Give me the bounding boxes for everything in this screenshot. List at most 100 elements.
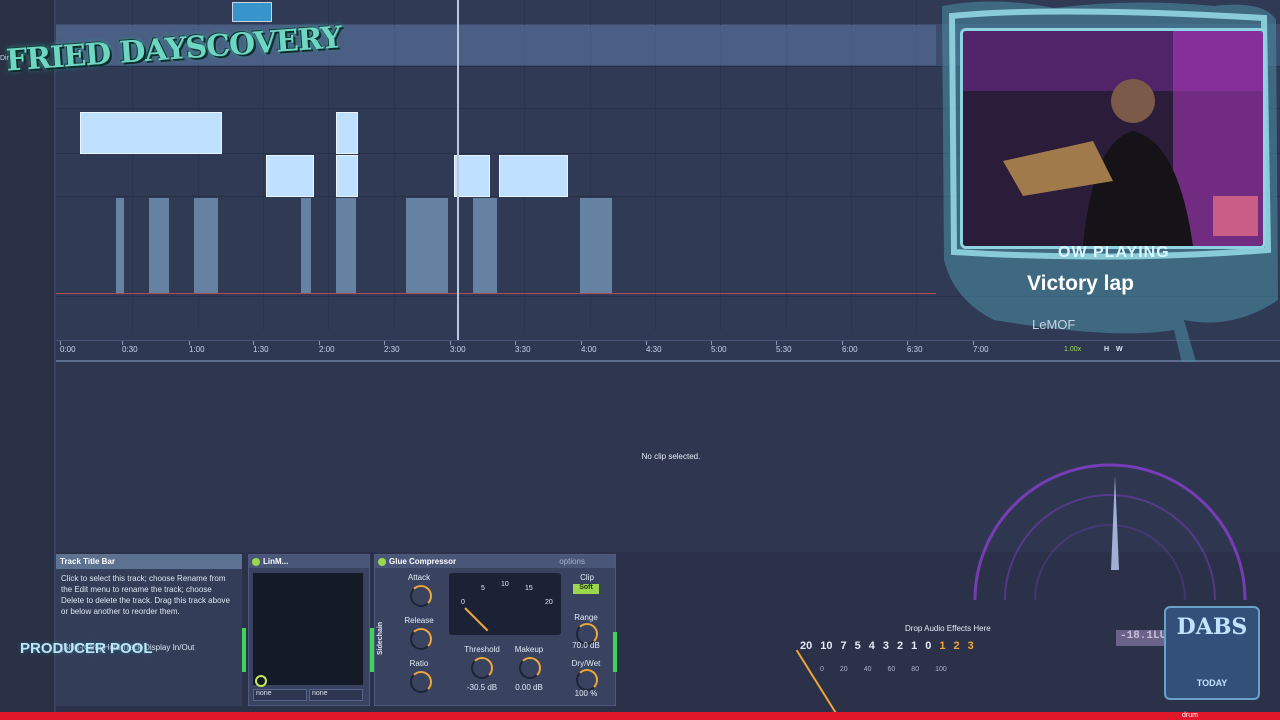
drop-effects-zone[interactable]: Drop Audio Effects Here: [905, 624, 991, 633]
dabs-subtitle: TODAY: [1196, 678, 1228, 688]
release-label: Release: [404, 616, 434, 625]
device-title[interactable]: Glue Compressor: [389, 557, 456, 566]
device-power-toggle[interactable]: [252, 557, 260, 566]
vu-scale: 10: [820, 640, 833, 652]
vu-meter-overlay: 20 10 7 5 4 3 2 1 0 1 2 3 0 20 40 60 80 …: [795, 640, 1040, 719]
level-meter: [370, 628, 374, 672]
makeup-value[interactable]: 0.00 dB: [509, 683, 549, 692]
options-label[interactable]: options: [559, 557, 585, 566]
ruler-tick: 1:30: [253, 341, 269, 354]
midi-clip-group-1[interactable]: [80, 112, 222, 154]
routing-select-2[interactable]: none: [309, 689, 363, 701]
release-knob[interactable]: [410, 628, 432, 650]
midi-clip-group-6[interactable]: [499, 155, 568, 197]
midi-clip-group-2[interactable]: [336, 112, 358, 154]
ratio-knob[interactable]: [410, 671, 432, 693]
ruler-tick: 3:00: [450, 341, 466, 354]
audio-clip[interactable]: [406, 198, 448, 294]
audio-clip[interactable]: [194, 198, 218, 294]
attack-knob[interactable]: [410, 585, 432, 607]
song-title: Victory lap: [1027, 272, 1134, 295]
vu-scale: 0: [925, 640, 932, 652]
makeup-knob[interactable]: [519, 657, 541, 679]
ruler-tick: 0:30: [122, 341, 138, 354]
info-text: Click to select this track; choose Renam…: [61, 574, 230, 616]
sidechain-toggle[interactable]: Sidechain: [377, 622, 384, 655]
streamer-image: [963, 31, 1263, 246]
audio-clip[interactable]: [336, 198, 356, 294]
vu-lower-scale: 60: [887, 666, 896, 673]
audio-clip[interactable]: [473, 198, 497, 294]
vu-scale: 3: [882, 640, 889, 652]
meter-tick: 5: [481, 585, 485, 592]
ruler-tick: 2:30: [384, 341, 400, 354]
audio-clip[interactable]: [301, 198, 311, 294]
meter-tick: 20: [545, 599, 553, 606]
clip-top[interactable]: [232, 2, 272, 22]
ruler-tick: 6:00: [842, 341, 858, 354]
automation-line: [56, 293, 936, 294]
indicator-icon: [255, 675, 267, 687]
audio-clip[interactable]: [149, 198, 169, 294]
webcam-feed: [960, 28, 1266, 249]
range-label: Range: [574, 613, 598, 622]
stream-logo: FRIED DAYSCOVERY: [5, 20, 342, 110]
audio-clip[interactable]: [580, 198, 612, 294]
soft-clip-button[interactable]: Soft: [573, 584, 599, 594]
logo-text: FRIED DAYSCOVERY: [5, 20, 343, 79]
producer-pool-logo: PRODUCER POOL: [20, 640, 153, 657]
range-value[interactable]: 70.0 dB: [569, 641, 603, 650]
clip-label: Clip: [580, 573, 594, 582]
device-display: [253, 573, 363, 685]
ruler-tick: 4:00: [581, 341, 597, 354]
vu-lower-scale: 100: [935, 666, 947, 673]
ruler-tick: 2:00: [319, 341, 335, 354]
status-bar: drum: [0, 712, 1280, 720]
drywet-knob[interactable]: [576, 669, 598, 691]
meter-tick: 15: [525, 585, 533, 592]
midi-clip-group-5[interactable]: [454, 155, 490, 197]
attack-label: Attack: [407, 573, 431, 582]
vu-scale: 1: [939, 640, 946, 652]
dabs-title: DABS: [1176, 614, 1248, 640]
vu-scale: 4: [868, 640, 875, 652]
audio-clip[interactable]: [116, 198, 124, 294]
gain-reduction-meter: 0 5 10 15 20: [449, 573, 561, 635]
vu-scale: 2: [897, 640, 904, 652]
linmix-device[interactable]: LinM... none none: [248, 554, 370, 706]
vu-scale: 2: [953, 640, 960, 652]
drywet-value[interactable]: 100 %: [569, 689, 603, 698]
routing-select-1[interactable]: none: [253, 689, 307, 701]
glue-compressor-device[interactable]: Glue Compressor options Sidechain Attack…: [374, 554, 616, 706]
vu-scale: 3: [967, 640, 974, 652]
radial-visualizer: [973, 463, 1247, 600]
info-title: Track Title Bar: [56, 554, 242, 569]
device-power-toggle[interactable]: [378, 557, 386, 566]
ruler-tick: 0:00: [60, 341, 76, 354]
makeup-label: Makeup: [514, 645, 544, 654]
song-artist: LeMOF: [1032, 317, 1076, 332]
vu-scale: 1: [911, 640, 918, 652]
meter-tick: 10: [501, 581, 509, 588]
vu-scale: 5: [854, 640, 861, 652]
threshold-value[interactable]: -30.5 dB: [457, 683, 507, 692]
ruler-tick: 6:30: [907, 341, 923, 354]
ruler-tick: 1:00: [189, 341, 205, 354]
ratio-label: Ratio: [409, 659, 429, 668]
now-playing-label: OW PLAYING: [1058, 244, 1170, 261]
ruler-tick: 3:30: [515, 341, 531, 354]
drywet-label: Dry/Wet: [571, 659, 601, 668]
threshold-knob[interactable]: [471, 657, 493, 679]
meter-needle: [464, 607, 489, 632]
dabs-today-badge: DABS TODAY: [1164, 606, 1260, 700]
device-title[interactable]: LinM...: [263, 557, 288, 566]
midi-clip-group-4[interactable]: [336, 155, 358, 197]
playhead[interactable]: [457, 0, 459, 342]
vu-scale: 7: [840, 640, 847, 652]
ruler-tick: 5:30: [776, 341, 792, 354]
ruler-tick: 5:00: [711, 341, 727, 354]
threshold-label: Threshold: [464, 645, 500, 654]
status-track-label[interactable]: drum: [1182, 712, 1198, 719]
midi-clip-group-3[interactable]: [266, 155, 314, 197]
level-meter: [242, 628, 246, 672]
